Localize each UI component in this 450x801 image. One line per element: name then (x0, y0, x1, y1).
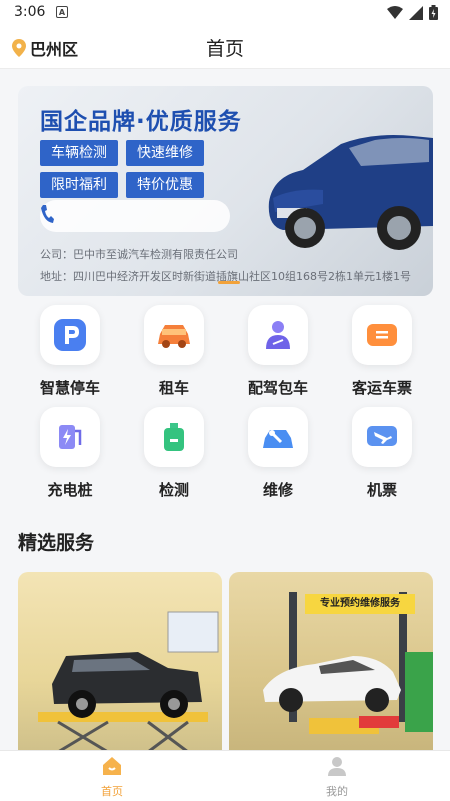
tab-mine-label: 我的 (326, 785, 348, 798)
tab-mine[interactable]: 我的 (297, 755, 377, 799)
banner-company: 公司：巴中市至诚汽车检测有限责任公司 (40, 248, 238, 261)
service-label: 配驾包车 (247, 379, 308, 397)
service-charging[interactable]: 充电桩 (18, 407, 122, 500)
service-icon-box (40, 305, 100, 365)
location-selector[interactable]: 巴州区 (12, 36, 78, 60)
ticket-icon (367, 324, 397, 346)
service-icon-box (248, 305, 308, 365)
suv-image (38, 611, 219, 752)
featured-section-title: 精选服务 (18, 532, 95, 554)
service-label: 维修 (262, 481, 293, 499)
location-pin-icon (12, 39, 26, 57)
driver-icon (266, 321, 290, 349)
tab-home[interactable]: 首页 (72, 755, 152, 799)
banner-headline: 国企品牌·优质服务 (40, 109, 242, 135)
parking-icon (54, 319, 86, 351)
system-icons (387, 5, 438, 20)
car-rental-icon (158, 325, 190, 348)
service-label: 检测 (158, 481, 189, 499)
featured-card-suv[interactable] (18, 572, 222, 752)
service-repair[interactable]: 维修 (226, 407, 330, 500)
service-label: 租车 (158, 379, 189, 397)
phone-icon (41, 205, 54, 223)
status-bar: 3:06 A (0, 0, 450, 26)
tab-home-label: 首页 (101, 785, 123, 798)
service-label: 机票 (366, 481, 397, 499)
service-label: 客运车票 (351, 379, 412, 397)
service-icon-box (144, 407, 204, 467)
wifi-icon (387, 5, 403, 19)
promo-banner[interactable]: 国企品牌·优质服务 车辆检测 快速维修 限时福利 特价优惠 公司：巴中市至诚汽车… (18, 86, 433, 296)
car-image (268, 135, 433, 250)
bottom-tab-bar: 首页 我的 (0, 750, 450, 801)
inspection-icon (164, 423, 184, 451)
flight-icon (367, 426, 397, 446)
location-label: 巴州区 (30, 40, 79, 59)
featured-card-repair[interactable]: 专业预约维修服务 (229, 572, 433, 752)
service-smart-parking[interactable]: 智慧停车 (18, 305, 122, 398)
battery-icon (429, 5, 438, 20)
service-label: 智慧停车 (39, 379, 100, 397)
service-bus-ticket[interactable]: 客运车票 (330, 305, 434, 398)
banner-tag-benefit: 限时福利 (40, 172, 118, 198)
service-icon-box (144, 305, 204, 365)
status-time: 3:06 (14, 4, 46, 20)
service-icon-box (352, 407, 412, 467)
phone-number-box (40, 200, 230, 232)
banner-tag-repair: 快速维修 (126, 140, 204, 166)
service-inspection[interactable]: 检测 (122, 407, 226, 500)
banner-tag-discount: 特价优惠 (126, 172, 204, 198)
top-header: 巴州区 首页 (0, 26, 450, 69)
service-label: 充电桩 (47, 481, 93, 499)
service-icon-box (248, 407, 308, 467)
charging-icon (59, 425, 82, 449)
service-flight[interactable]: 机票 (330, 407, 434, 500)
service-car-rental[interactable]: 租车 (122, 305, 226, 398)
notification-icon: A (56, 6, 68, 18)
service-chauffeur[interactable]: 配驾包车 (226, 305, 330, 398)
banner-page-indicator (218, 281, 240, 284)
service-icon-box (40, 407, 100, 467)
user-icon (328, 757, 346, 776)
signal-icon (409, 5, 423, 20)
repair-service-sign: 专业预约维修服务 (305, 594, 415, 614)
banner-tag-inspection: 车辆检测 (40, 140, 118, 166)
repair-icon (263, 430, 293, 448)
service-icon-box (352, 305, 412, 365)
home-icon (103, 757, 121, 775)
